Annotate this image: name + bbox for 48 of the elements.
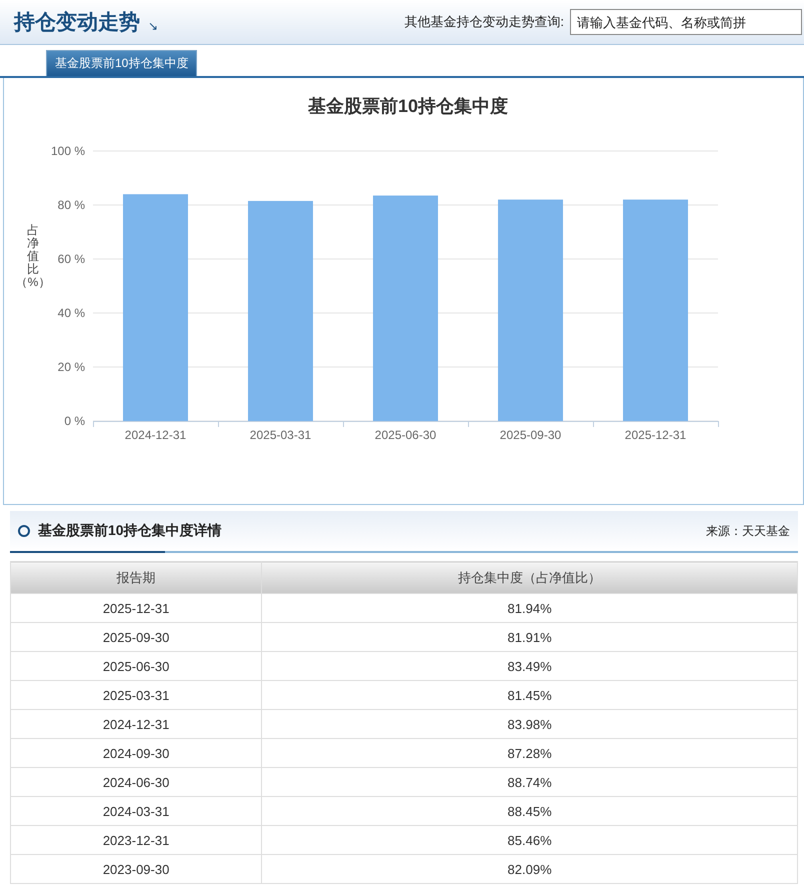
bar[interactable] xyxy=(623,200,688,421)
arrow-icon[interactable]: ↘ xyxy=(148,19,158,33)
table-cell: 82.09% xyxy=(262,854,798,884)
table-cell: 2024-09-30 xyxy=(10,738,262,768)
circle-icon xyxy=(18,525,30,537)
table-cell: 85.46% xyxy=(262,826,798,854)
y-tick-label: 80 % xyxy=(58,198,85,212)
bar[interactable] xyxy=(373,196,438,421)
table-cell: 87.28% xyxy=(262,738,798,768)
table-cell: 81.91% xyxy=(262,622,798,652)
table-cell: 81.94% xyxy=(262,594,798,622)
table-cell: 2024-06-30 xyxy=(10,768,262,796)
x-tick-label: 2024-12-31 xyxy=(124,428,186,442)
table-cell: 2025-06-30 xyxy=(10,652,262,680)
table-cell: 81.45% xyxy=(262,680,798,710)
y-tick-label: 60 % xyxy=(58,252,85,266)
y-tick-label: 20 % xyxy=(58,360,85,374)
x-tick-label: 2025-12-31 xyxy=(624,428,686,442)
bar[interactable] xyxy=(123,194,188,421)
table-cell: 2024-03-31 xyxy=(10,796,262,826)
y-tick-label: 40 % xyxy=(58,306,85,320)
bar[interactable] xyxy=(498,200,563,421)
table-cell: 2023-09-30 xyxy=(10,854,262,884)
y-axis-label: 占净值比（%） xyxy=(16,223,50,289)
search-label: 其他基金持仓变动走势查询: xyxy=(404,13,564,31)
table-cell: 88.74% xyxy=(262,768,798,796)
chart-title: 基金股票前10持仓集中度 xyxy=(308,96,508,116)
tab[interactable]: 基金股票前10持仓集中度 xyxy=(46,50,198,76)
table-cell: 2025-12-31 xyxy=(10,594,262,622)
x-tick-label: 2025-09-30 xyxy=(500,428,562,442)
table-cell: 2023-12-31 xyxy=(10,826,262,854)
section-title: 基金股票前10持仓集中度详情 xyxy=(38,522,222,540)
page-title: 持仓变动走势 xyxy=(14,10,140,36)
search-field[interactable]: 请输入基金代码、名称或简拼 xyxy=(570,9,802,35)
x-tick-label: 2025-03-31 xyxy=(250,428,312,442)
table-cell: 2025-09-30 xyxy=(10,622,262,652)
source-label: 来源：天天基金 xyxy=(706,522,790,540)
column-header: 持仓集中度（占净值比） xyxy=(262,562,798,594)
y-tick-label: 100 % xyxy=(50,144,85,158)
x-tick-label: 2025-06-30 xyxy=(374,428,436,442)
table-cell: 83.49% xyxy=(262,652,798,680)
y-tick-label: 0 % xyxy=(64,414,85,428)
bar[interactable] xyxy=(248,200,313,421)
table-cell: 88.45% xyxy=(262,796,798,826)
column-header: 报告期 xyxy=(10,562,262,594)
table-cell: 2025-03-31 xyxy=(10,680,262,710)
table-cell: 2024-12-31 xyxy=(10,710,262,738)
table-cell: 83.98% xyxy=(262,710,798,738)
